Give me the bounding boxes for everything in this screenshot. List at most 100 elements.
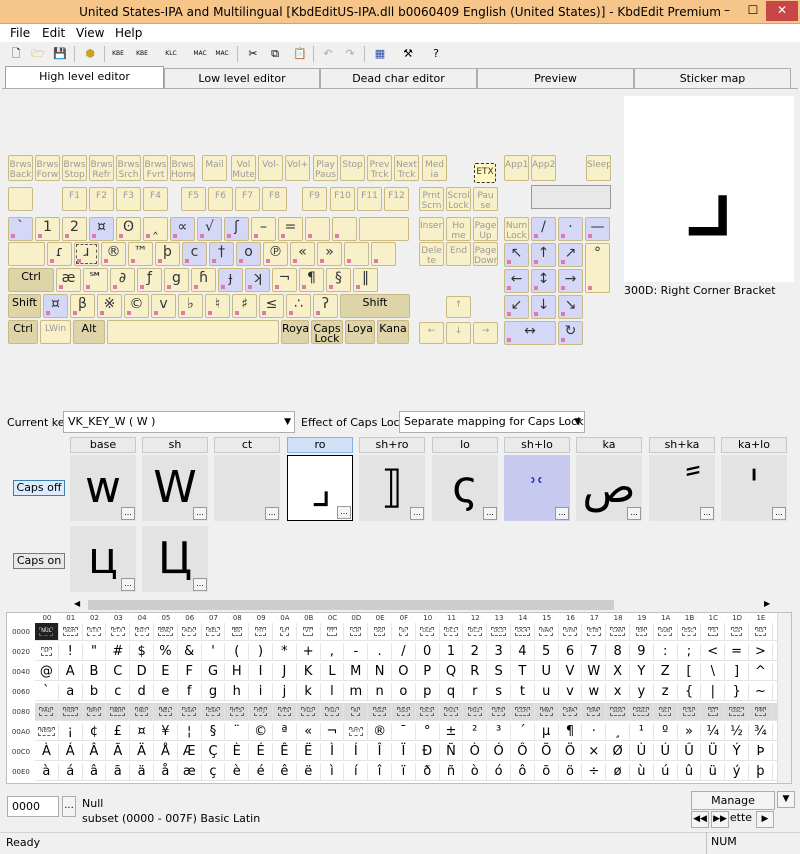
- grid-char-cell[interactable]: LF: [273, 623, 297, 641]
- grid-char-cell[interactable]: Ü: [701, 743, 726, 761]
- grid-char-cell[interactable]: ó: [487, 763, 511, 781]
- grid-char-cell[interactable]: ENQ: [154, 623, 178, 641]
- grid-char-cell[interactable]: ±: [439, 723, 464, 741]
- grid-char-cell[interactable]: ¨: [225, 723, 250, 741]
- grid-char-cell[interactable]: \: [701, 663, 726, 681]
- grid-char-cell[interactable]: STS: [487, 703, 511, 721]
- grid-char-cell[interactable]: ²: [463, 723, 488, 741]
- grid-char-cell[interactable]: á: [58, 763, 83, 781]
- grid-char-cell[interactable]: û: [677, 763, 702, 781]
- scroll-thumb[interactable]: [88, 600, 614, 610]
- grid-char-cell[interactable]: e: [154, 683, 178, 701]
- grid-char-cell[interactable]: L: [320, 663, 345, 681]
- grid-char-cell[interactable]: Ã: [106, 743, 131, 761]
- grid-char-cell[interactable]: M: [344, 663, 369, 681]
- first-page-button[interactable]: ◀◀: [691, 811, 709, 828]
- grid-char-cell[interactable]: SOS: [606, 703, 630, 721]
- grid-char-cell[interactable]: 1: [439, 643, 464, 661]
- grid-char-cell[interactable]: SUB: [653, 623, 678, 641]
- grid-char-cell[interactable]: SS2: [368, 703, 392, 721]
- grid-char-cell[interactable]: £: [106, 723, 131, 741]
- more-button[interactable]: ...: [193, 578, 207, 591]
- grid-char-cell[interactable]: ð: [415, 763, 440, 781]
- grid-char-cell[interactable]: .: [368, 643, 392, 661]
- grid-vertical-scrollbar[interactable]: [777, 613, 791, 783]
- grid-char-cell[interactable]: SS3: [392, 703, 416, 721]
- grid-char-cell[interactable]: PM: [749, 703, 773, 721]
- grid-char-cell[interactable]: DC1: [439, 623, 464, 641]
- mapping-cell[interactable]: ص...: [576, 455, 642, 521]
- column-header-base[interactable]: base: [70, 437, 136, 453]
- grid-char-cell[interactable]: Ð: [415, 743, 440, 761]
- grid-char-cell[interactable]: U: [534, 663, 559, 681]
- grid-char-cell[interactable]: DC2: [463, 623, 488, 641]
- grid-char-cell[interactable]: é: [249, 763, 273, 781]
- grid-char-cell[interactable]: 5: [534, 643, 559, 661]
- more-button[interactable]: ...: [337, 506, 351, 519]
- grid-char-cell[interactable]: ï: [392, 763, 416, 781]
- grid-char-cell[interactable]: DC3: [487, 623, 511, 641]
- grid-char-cell[interactable]: l: [320, 683, 345, 701]
- grid-char-cell[interactable]: ESC: [677, 623, 702, 641]
- grid-char-cell[interactable]: Ó: [487, 743, 511, 761]
- grid-char-cell[interactable]: BEL: [201, 623, 226, 641]
- grid-char-cell[interactable]: ,: [320, 643, 345, 661]
- grid-char-cell[interactable]: RS: [749, 623, 773, 641]
- grid-char-cell[interactable]: HTS: [225, 703, 250, 721]
- column-header-sh-ro[interactable]: sh+ro: [359, 437, 425, 453]
- grid-char-cell[interactable]: d: [130, 683, 154, 701]
- column-header-ct[interactable]: ct: [214, 437, 280, 453]
- grid-char-cell[interactable]: y: [630, 683, 654, 701]
- grid-char-cell[interactable]: NBH: [106, 703, 131, 721]
- grid-char-cell[interactable]: Ô: [511, 743, 535, 761]
- more-button[interactable]: ...: [121, 507, 135, 520]
- grid-char-cell[interactable]: Ê: [273, 743, 297, 761]
- grid-char-cell[interactable]: º: [653, 723, 678, 741]
- grid-char-cell[interactable]: ¥: [154, 723, 178, 741]
- grid-char-cell[interactable]: FS: [701, 623, 726, 641]
- grid-char-cell[interactable]: Ö: [558, 743, 583, 761]
- grid-char-cell[interactable]: |: [701, 683, 726, 701]
- grid-char-cell[interactable]: -: [344, 643, 369, 661]
- mapping-cell[interactable]: ً...: [649, 455, 715, 521]
- play-button[interactable]: ▶: [756, 811, 774, 828]
- grid-char-cell[interactable]: %: [154, 643, 178, 661]
- grid-char-cell[interactable]: ³: [487, 723, 511, 741]
- grid-char-cell[interactable]: T: [511, 663, 535, 681]
- grid-char-cell[interactable]: ö: [558, 763, 583, 781]
- grid-char-cell[interactable]: p: [415, 683, 440, 701]
- grid-char-cell[interactable]: Þ: [749, 743, 773, 761]
- grid-char-cell[interactable]: õ: [534, 763, 559, 781]
- grid-char-cell[interactable]: ò: [463, 763, 488, 781]
- more-button[interactable]: ...: [121, 578, 135, 591]
- scroll-left-icon[interactable]: ◀: [74, 599, 80, 608]
- more-button[interactable]: ...: [700, 507, 714, 520]
- grid-char-cell[interactable]: ë: [296, 763, 321, 781]
- grid-char-cell[interactable]: ô: [511, 763, 535, 781]
- grid-char-cell[interactable]: SSA: [177, 703, 202, 721]
- grid-char-cell[interactable]: CCH: [511, 703, 535, 721]
- column-header-ka[interactable]: ka: [576, 437, 642, 453]
- grid-char-cell[interactable]: K: [296, 663, 321, 681]
- grid-char-cell[interactable]: H: [225, 663, 250, 681]
- grid-char-cell[interactable]: b: [82, 683, 107, 701]
- grid-char-cell[interactable]: DLE: [415, 623, 440, 641]
- grid-char-cell[interactable]: PU1: [439, 703, 464, 721]
- grid-char-cell[interactable]: Ï: [392, 743, 416, 761]
- mapping-cell[interactable]: ц...: [70, 526, 136, 592]
- grid-char-cell[interactable]: 9: [630, 643, 654, 661]
- grid-char-cell[interactable]: I: [249, 663, 273, 681]
- grid-char-cell[interactable]: 8: [606, 643, 630, 661]
- grid-char-cell[interactable]: s: [487, 683, 511, 701]
- grid-char-cell[interactable]: P: [415, 663, 440, 681]
- grid-char-cell[interactable]: W: [582, 663, 607, 681]
- grid-char-cell[interactable]: x: [606, 683, 630, 701]
- grid-char-cell[interactable]: ¡: [58, 723, 83, 741]
- grid-char-cell[interactable]: J: [273, 663, 297, 681]
- grid-char-cell[interactable]: NUL: [35, 623, 59, 641]
- grid-char-cell[interactable]: â: [82, 763, 107, 781]
- more-button[interactable]: ...: [483, 507, 497, 520]
- grid-char-cell[interactable]: V: [558, 663, 583, 681]
- grid-char-cell[interactable]: SGCI: [630, 703, 654, 721]
- grid-char-cell[interactable]: PAD: [35, 703, 59, 721]
